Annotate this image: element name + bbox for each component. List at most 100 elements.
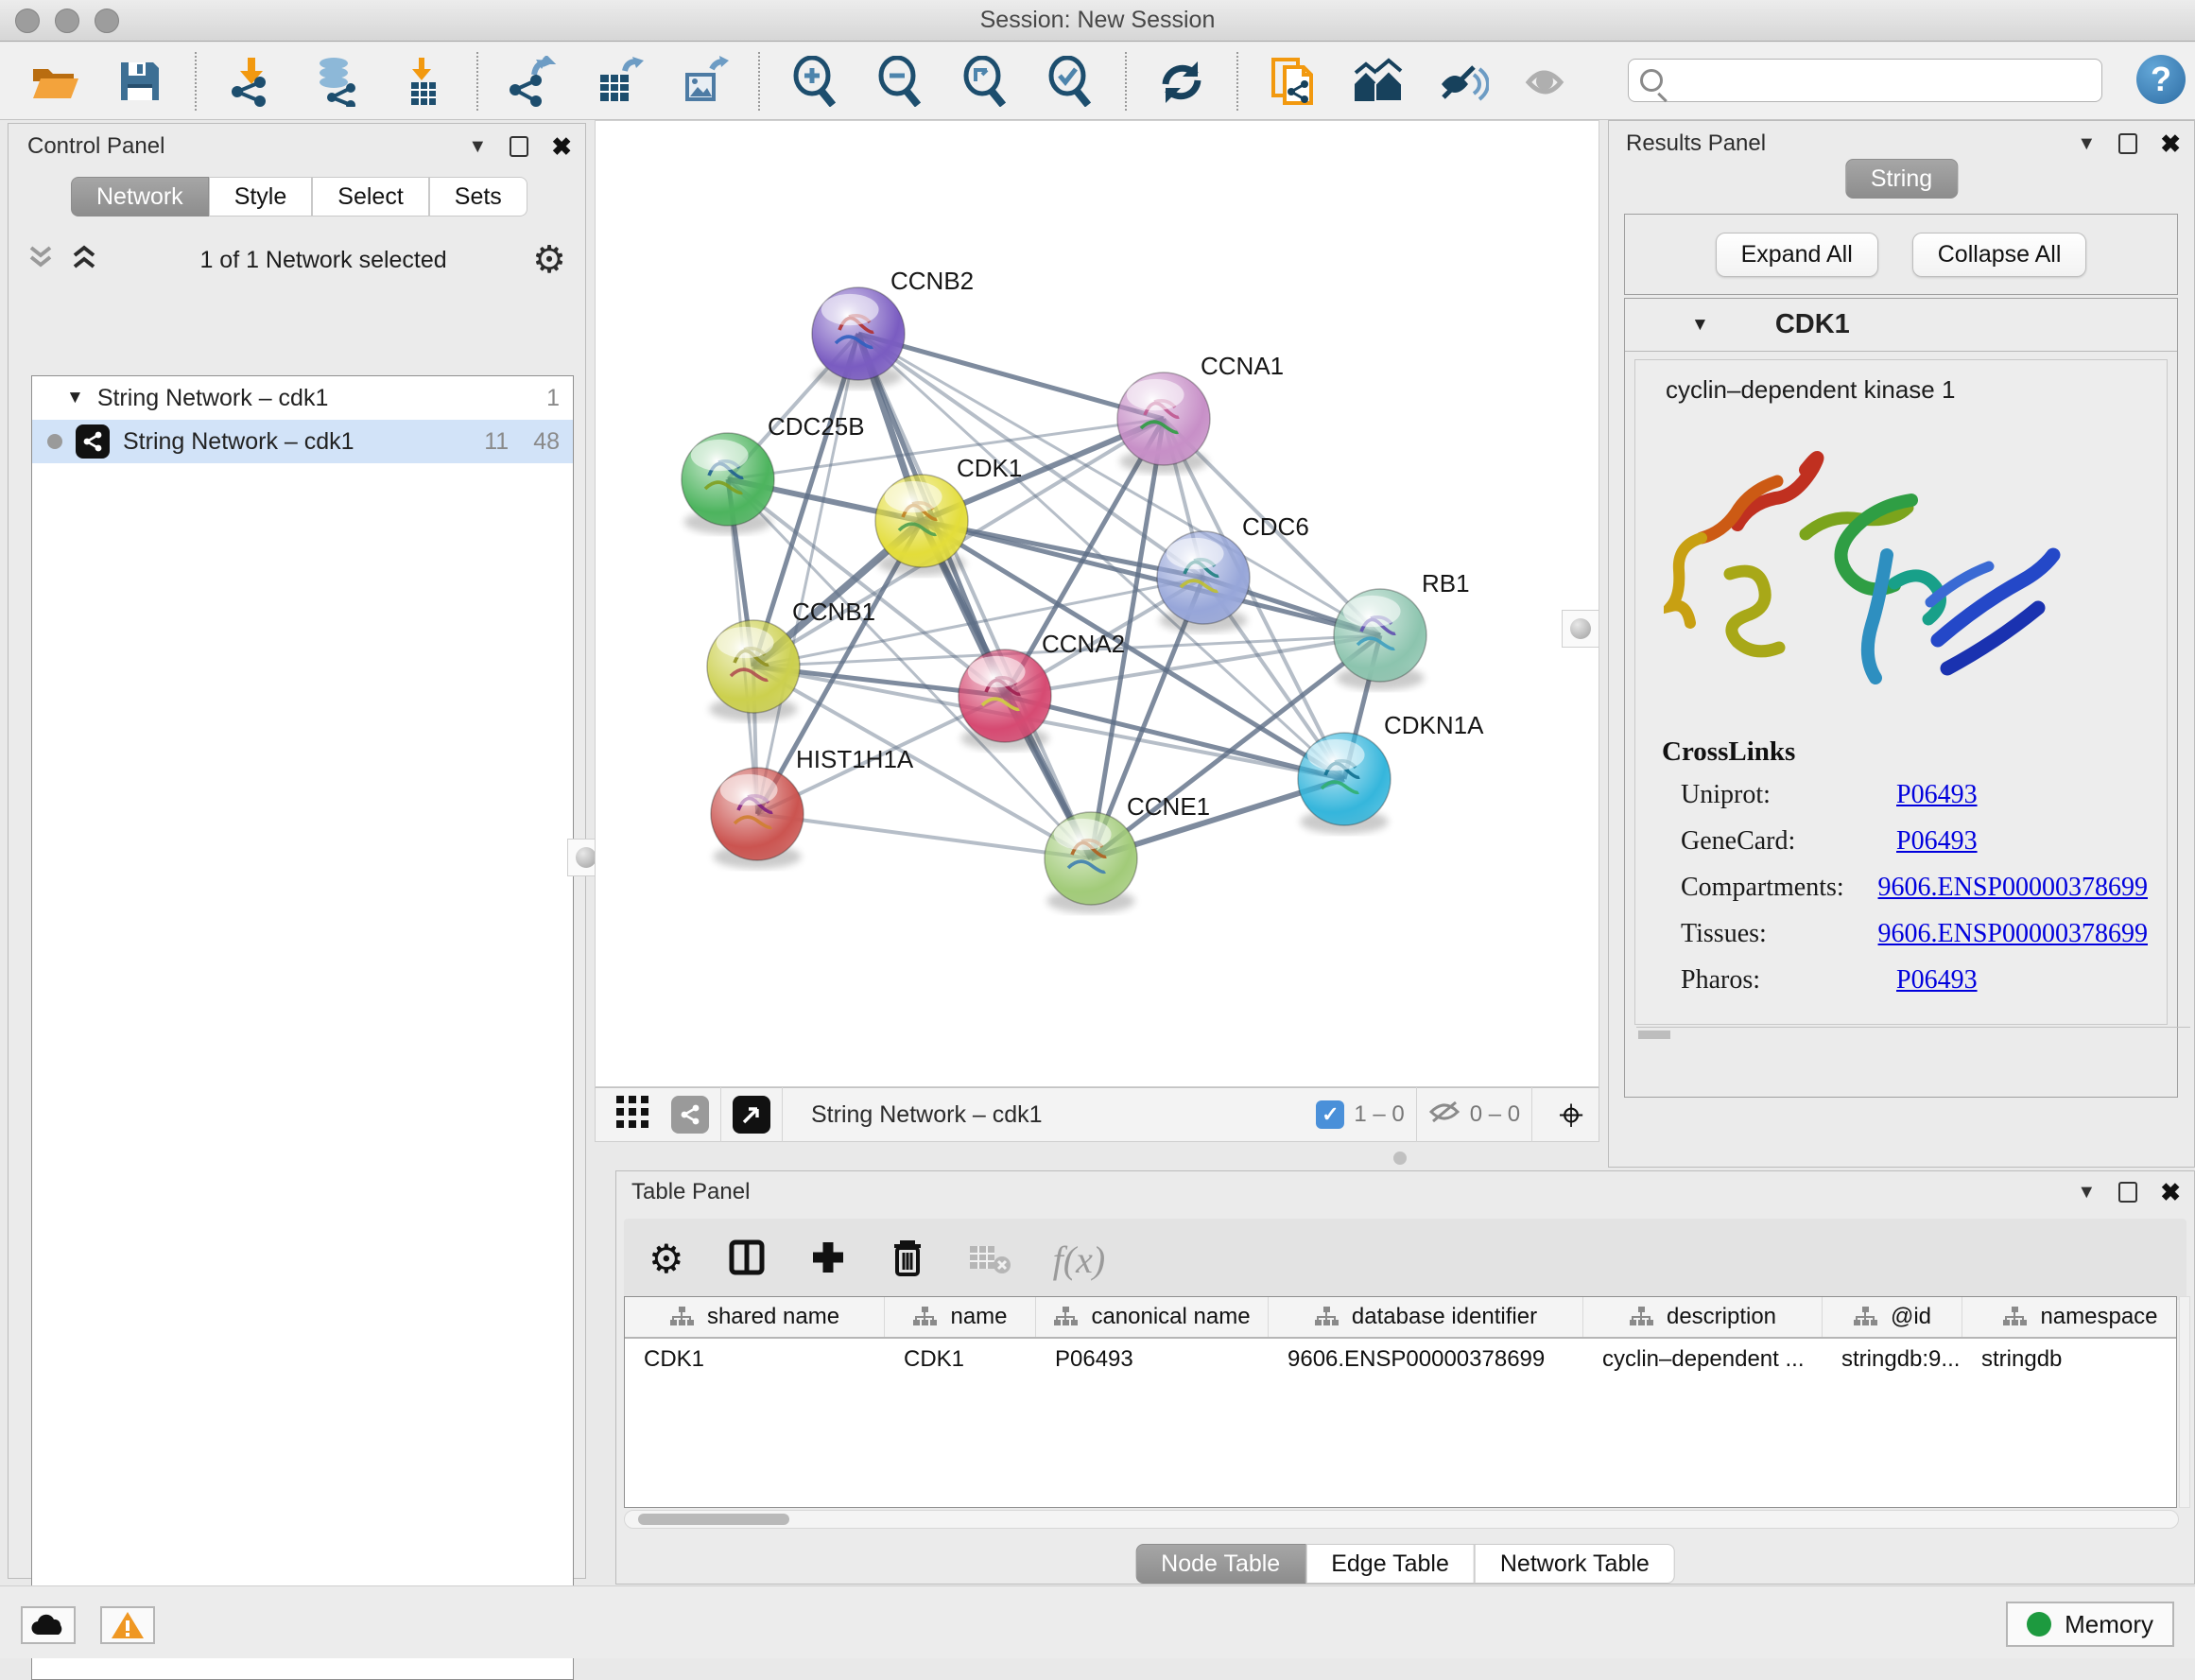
tab-sets[interactable]: Sets [429,177,527,216]
cell-database-identifier[interactable]: 9606.ENSP00000378699 [1269,1339,1583,1380]
right-splitter-handle[interactable] [1562,610,1599,648]
function-builder-icon[interactable]: f(x) [1053,1238,1106,1282]
crosslink-link[interactable]: 9606.ENSP00000378699 [1878,873,2148,903]
selected-nodes-checkbox[interactable]: ✓ [1316,1100,1344,1129]
node-label-HIST1H1A: HIST1H1A [796,745,914,773]
node-label-CDK1: CDK1 [957,454,1022,482]
expand-all-icon[interactable] [71,244,97,277]
column-header--id[interactable]: @id [1823,1297,1962,1337]
create-column-icon[interactable] [809,1238,847,1281]
save-session-icon[interactable] [113,55,166,108]
table-menu-icon[interactable]: ▼ [2077,1182,2096,1204]
crosslink-link[interactable]: P06493 [1896,826,1978,857]
expand-all-button[interactable]: Expand All [1716,233,1878,277]
table-close-icon[interactable]: ✖ [2160,1180,2181,1204]
results-scrollbar[interactable] [1636,1027,2190,1040]
crosslink-link[interactable]: P06493 [1896,965,1978,996]
window-title: Session: New Session [980,7,1216,34]
table-settings-gear-icon[interactable]: ⚙ [648,1239,684,1279]
column-header-database-identifier[interactable]: database identifier [1269,1297,1583,1337]
cell-name[interactable]: CDK1 [885,1339,1036,1380]
table-row[interactable]: CDK1CDK1P064939606.ENSP00000378699cyclin… [625,1339,2176,1380]
column-header-namespace[interactable]: namespace [1962,1297,2177,1337]
crosslink-link[interactable]: 9606.ENSP00000378699 [1878,919,2148,949]
network-canvas[interactable]: CCNB2 CCNA1 CDC25B [595,120,1599,1087]
search-box[interactable] [1628,59,2102,102]
help-icon[interactable]: ? [2136,55,2186,104]
cell-shared-name[interactable]: CDK1 [625,1339,885,1380]
zoom-out-icon[interactable] [873,55,926,108]
close-window-button[interactable] [15,9,40,33]
network-selection-summary: 1 of 1 Network selected [114,247,532,274]
export-image-icon[interactable] [677,55,730,108]
close-panel-icon[interactable]: ✖ [551,134,572,159]
column-header-shared-name[interactable]: shared name [625,1297,885,1337]
warnings-button[interactable] [100,1606,155,1644]
bottom-splitter-handle[interactable] [1393,1152,1407,1165]
network-collection-row[interactable]: ▼ String Network – cdk1 1 [32,376,573,420]
network-row[interactable]: String Network – cdk1 11 48 [32,420,573,463]
export-table-icon[interactable] [592,55,645,108]
collapse-all-icon[interactable] [27,244,54,277]
open-session-icon[interactable] [28,55,81,108]
search-input[interactable] [1672,67,2090,94]
tab-node-table[interactable]: Node Table [1135,1544,1305,1584]
column-header-canonical-name[interactable]: canonical name [1036,1297,1269,1337]
results-float-icon[interactable] [2118,133,2137,154]
tab-string[interactable]: String [1845,159,1958,199]
table-float-icon[interactable] [2118,1182,2137,1203]
table-horizontal-scrollbar[interactable] [624,1510,2179,1529]
apply-layout-icon[interactable] [1155,55,1208,108]
crosslink-link[interactable]: P06493 [1896,780,1978,810]
import-network-database-icon[interactable] [310,55,363,108]
results-close-icon[interactable]: ✖ [2160,131,2181,156]
node-label-CDC25B: CDC25B [768,412,865,441]
network-share-icon[interactable] [671,1096,709,1134]
show-columns-icon[interactable] [726,1237,768,1283]
zoom-window-button[interactable] [95,9,119,33]
delete-column-icon[interactable] [889,1237,926,1283]
title-bar: Session: New Session [0,0,2195,42]
tab-edge-table[interactable]: Edge Table [1305,1544,1475,1584]
tab-style[interactable]: Style [209,177,313,216]
zoom-fit-icon[interactable] [959,55,1011,108]
import-network-file-icon[interactable] [225,55,278,108]
tab-network[interactable]: Network [71,177,209,216]
birds-eye-view-icon[interactable] [733,1096,770,1134]
export-network-icon[interactable] [507,55,560,108]
grid-view-icon[interactable] [614,1094,650,1136]
gene-collapse-icon[interactable]: ▼ [1691,315,1709,336]
node-position-icon[interactable]: ⌖ [1559,1093,1583,1136]
float-panel-icon[interactable] [510,136,528,157]
minimize-window-button[interactable] [55,9,79,33]
node-CDKN1A: CDKN1A [1298,711,1484,834]
tab-network-table[interactable]: Network Table [1475,1544,1675,1584]
network-view-toolbar: String Network – cdk1 ✓ 1 – 0 0 – 0 ⌖ [595,1087,1599,1142]
cell-canonical-name[interactable]: P06493 [1036,1339,1269,1380]
collapse-all-button[interactable]: Collapse All [1912,233,2087,277]
panel-menu-icon[interactable]: ▼ [468,136,487,158]
delete-table-icon[interactable] [968,1240,1011,1279]
duplicate-network-icon[interactable] [1267,55,1320,108]
table-vertical-scrollbar[interactable] [2179,1296,2190,1508]
zoom-selected-icon[interactable] [1044,55,1097,108]
cell-namespace[interactable]: stringdb [1962,1339,2177,1380]
node-CDK1: CDK1 [875,454,1022,576]
show-all-icon[interactable] [1522,55,1575,108]
cloud-button[interactable] [21,1606,76,1644]
network-status-dot [47,434,62,449]
cell-description[interactable]: cyclin–dependent ... [1583,1339,1823,1380]
import-table-icon[interactable] [395,55,448,108]
network-options-gear-icon[interactable]: ⚙ [532,241,566,279]
zoom-in-icon[interactable] [788,55,841,108]
window-controls[interactable] [15,9,119,33]
cell--id[interactable]: stringdb:9... [1823,1339,1962,1380]
memory-button[interactable]: Memory [2006,1602,2174,1647]
column-header-description[interactable]: description [1583,1297,1823,1337]
collection-expand-icon[interactable]: ▼ [66,388,84,408]
tab-select[interactable]: Select [312,177,428,216]
column-header-name[interactable]: name [885,1297,1036,1337]
first-neighbors-icon[interactable] [1352,55,1405,108]
hide-selected-icon[interactable] [1437,55,1490,108]
results-menu-icon[interactable]: ▼ [2077,133,2096,155]
